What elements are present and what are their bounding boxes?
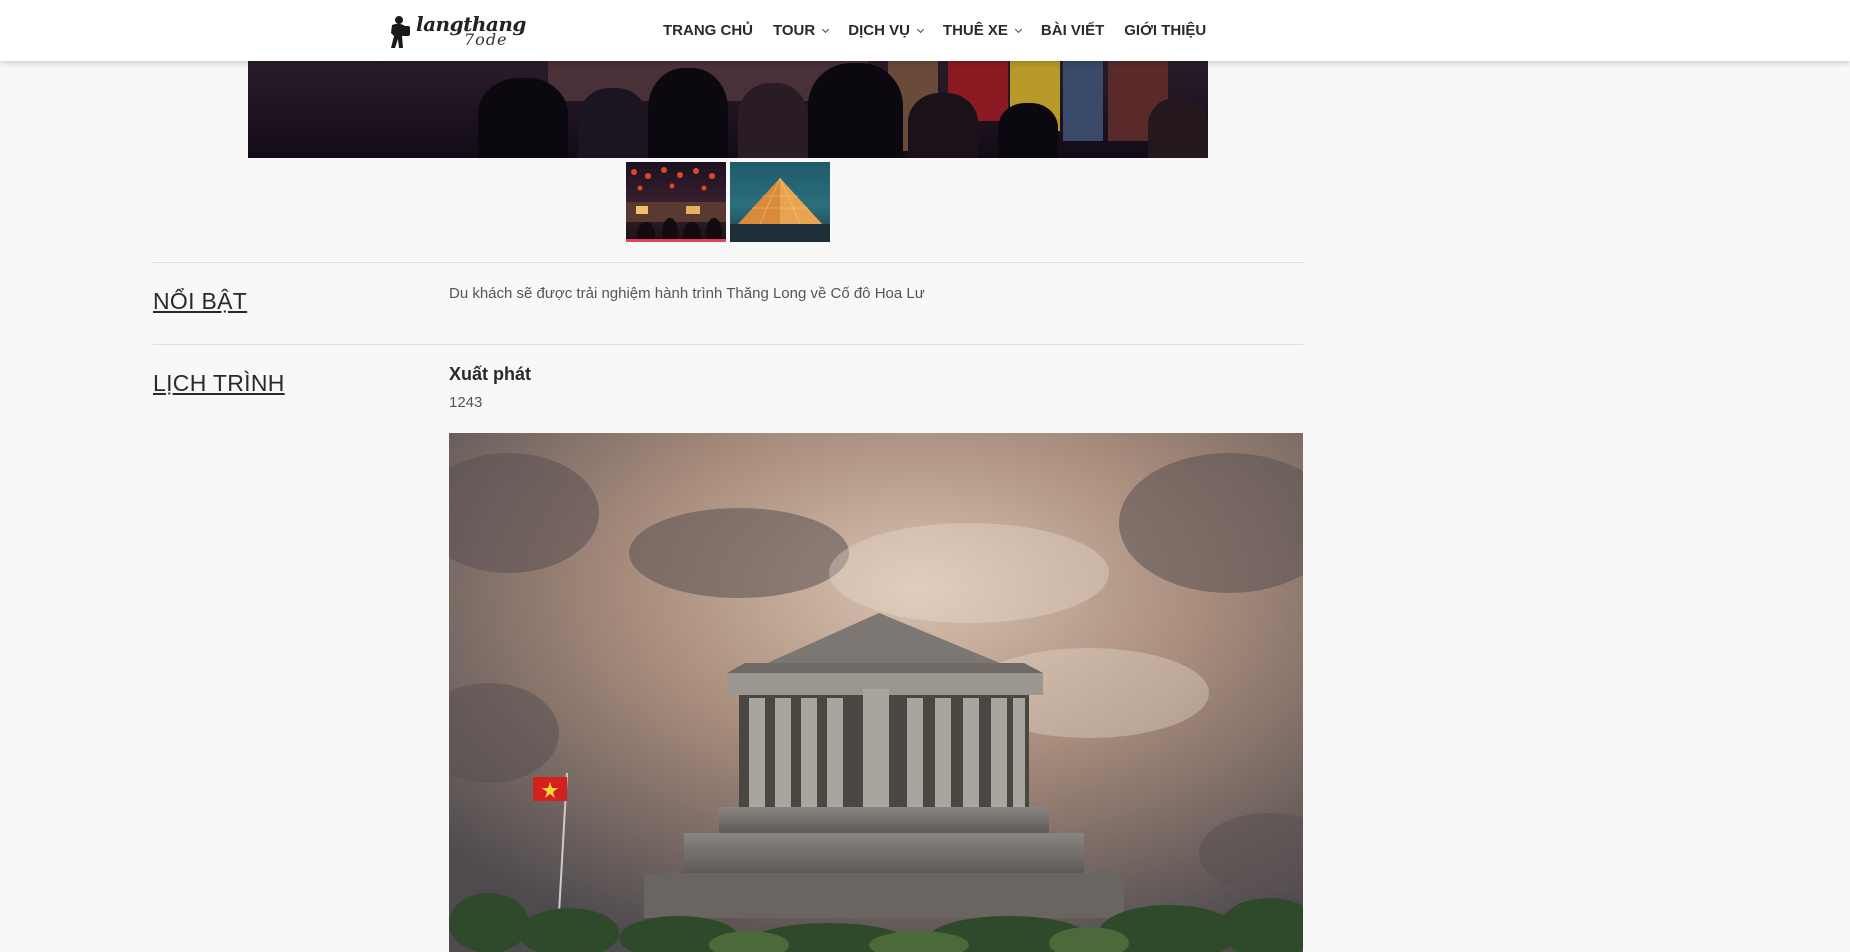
crowd-silhouette xyxy=(908,93,978,158)
nav-item-trang-chu[interactable]: TRANG CHỦ xyxy=(663,22,753,39)
site-logo[interactable]: langthang 7ode xyxy=(386,14,526,50)
pyramid-thumbnail-image xyxy=(730,177,830,242)
chevron-down-icon xyxy=(822,25,830,33)
mausoleum-image xyxy=(449,433,1303,952)
nav-item-bai-viet[interactable]: BÀI VIẾT xyxy=(1041,22,1104,39)
section-divider xyxy=(153,262,1303,263)
nav-item-label: GIỚI THIỆU xyxy=(1124,22,1207,39)
chevron-down-icon xyxy=(916,25,924,33)
nav-item-label: THUÊ XE xyxy=(942,22,1008,39)
nav-item-gioi-thieu[interactable]: GIỚI THIỆU xyxy=(1124,22,1206,39)
logo-text: langthang 7ode xyxy=(416,14,526,48)
nav-item-label: BÀI VIẾT xyxy=(1040,22,1105,39)
site-header: langthang 7ode TRANG CHỦ TOUR DỊCH VỤ TH… xyxy=(0,0,1850,61)
market-stall xyxy=(1063,61,1103,141)
crowd-silhouette xyxy=(998,103,1058,158)
highlight-label[interactable]: NỔI BẬT xyxy=(153,288,247,315)
night-market-thumbnail-image xyxy=(626,167,726,239)
thumbnail-night-market[interactable] xyxy=(626,162,726,242)
crowd-silhouette xyxy=(808,63,903,158)
thumbnail-pyramid[interactable] xyxy=(730,162,830,242)
main-nav: TRANG CHỦ TOUR DỊCH VỤ THUÊ XE BÀI VIẾT … xyxy=(663,0,1206,61)
section-divider xyxy=(153,344,1303,345)
crowd-silhouette xyxy=(1148,98,1208,158)
chevron-down-icon xyxy=(1014,25,1022,33)
nav-item-tour[interactable]: TOUR xyxy=(773,22,830,39)
gallery-thumbnails xyxy=(626,162,830,242)
traveler-logo-icon xyxy=(391,16,410,48)
nav-item-dich-vu[interactable]: DỊCH VỤ xyxy=(848,22,924,39)
nav-item-thue-xe[interactable]: THUÊ XE xyxy=(942,22,1022,39)
nav-item-label: TRANG CHỦ xyxy=(663,22,753,39)
crowd-silhouette xyxy=(738,83,808,158)
schedule-photo xyxy=(449,433,1303,952)
crowd-silhouette xyxy=(478,78,568,158)
highlight-text: Du khách sẽ được trải nghiệm hành trình … xyxy=(449,285,925,302)
crowd-silhouette xyxy=(578,88,648,158)
schedule-day-title: Xuất phát xyxy=(449,364,532,384)
hero-image xyxy=(248,61,1208,158)
crowd-silhouette xyxy=(648,68,728,158)
schedule-day-value: 1243 xyxy=(449,394,483,411)
nav-item-label: TOUR xyxy=(773,22,816,39)
nav-item-label: DỊCH VỤ xyxy=(848,22,910,39)
schedule-label[interactable]: LỊCH TRÌNH xyxy=(153,370,285,397)
